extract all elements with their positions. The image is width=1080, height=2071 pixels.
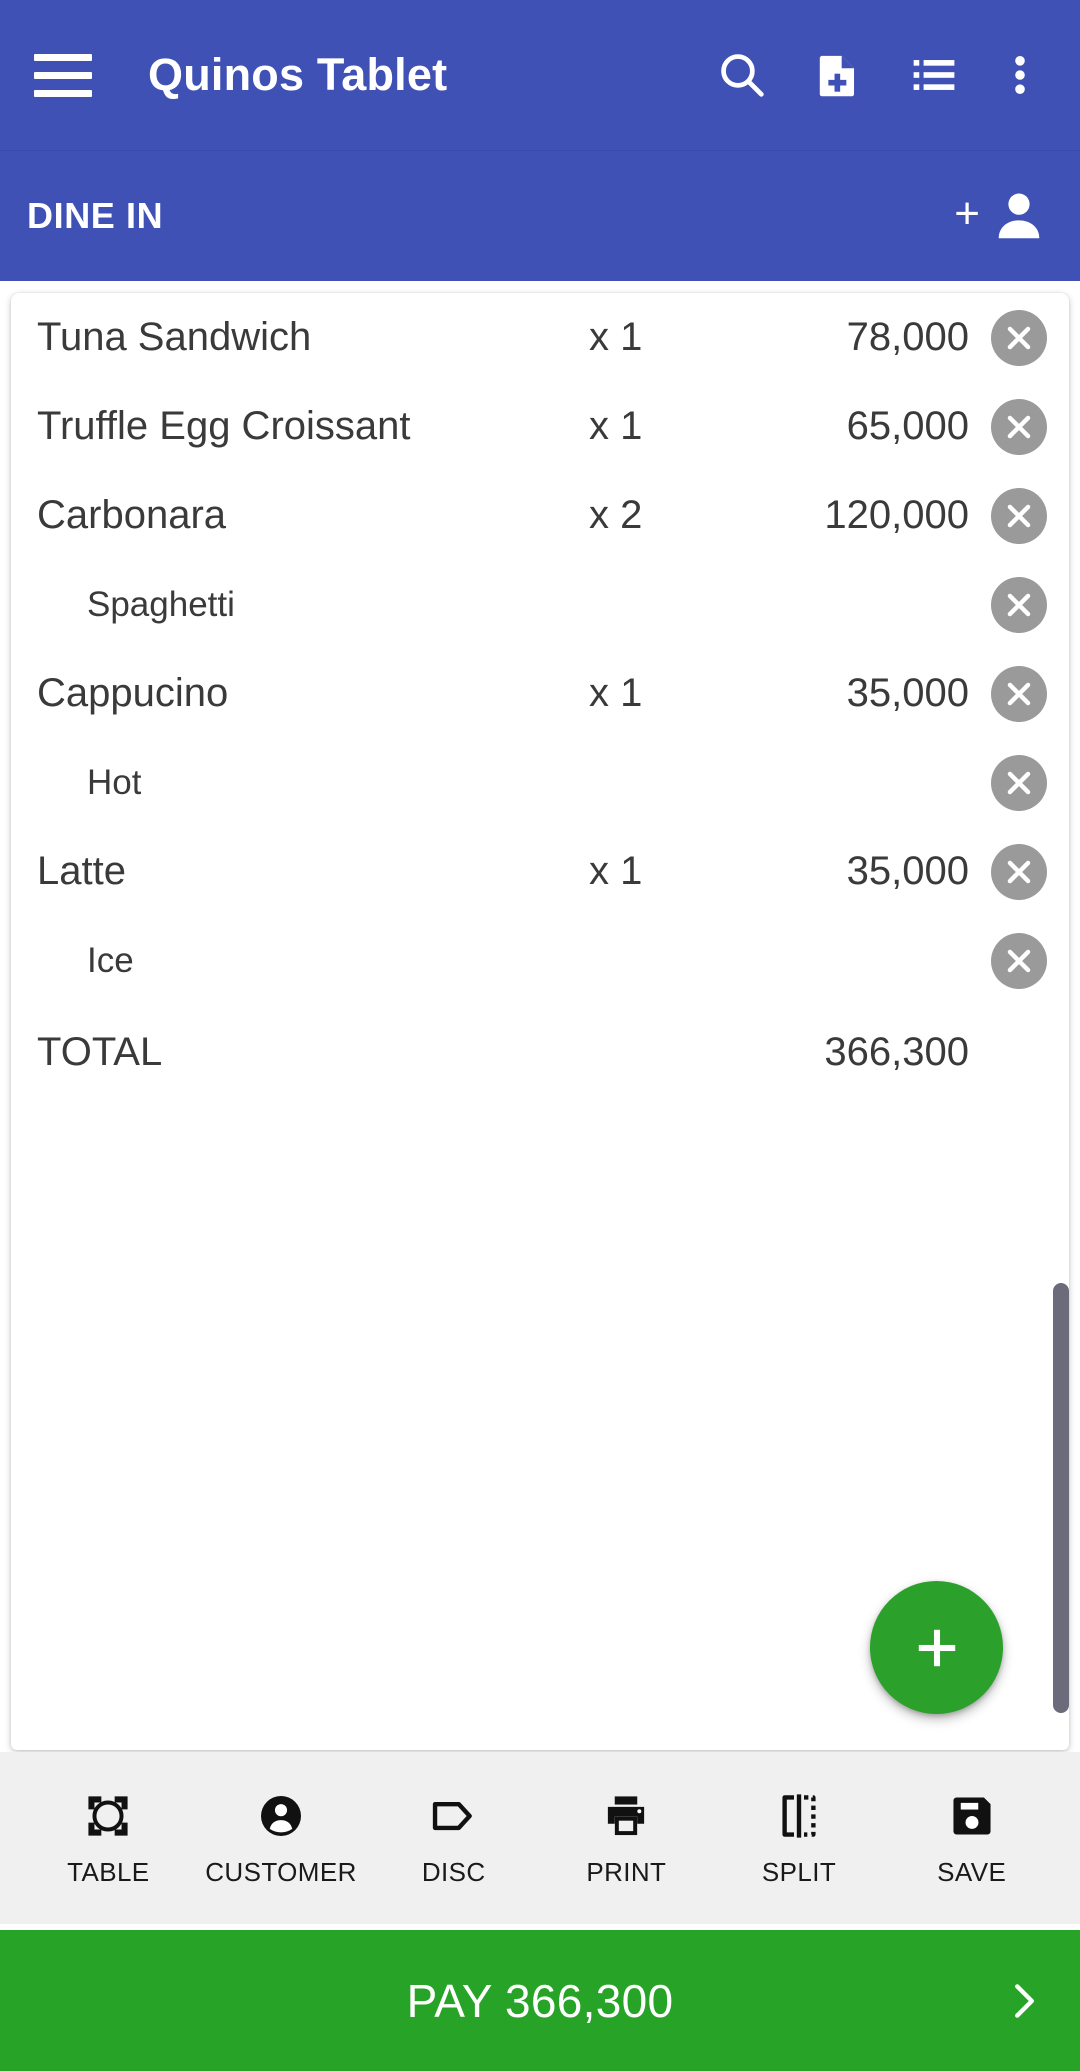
new-order-button[interactable] — [790, 27, 886, 123]
item-name: Latte — [37, 849, 126, 893]
table-row[interactable]: Tuna Sandwich x 1 78,000 — [11, 293, 1069, 382]
close-circle-icon — [1007, 682, 1031, 705]
order-type-label[interactable]: DINE IN — [27, 195, 163, 237]
hamburger-line — [34, 89, 92, 97]
toolbar-item-split[interactable]: SPLIT — [713, 1789, 886, 1888]
toolbar-item-save[interactable]: SAVE — [885, 1789, 1058, 1888]
chevron-right-icon — [1000, 1978, 1046, 2024]
overflow-menu-icon — [1015, 56, 1025, 94]
person-circle-icon — [256, 1789, 306, 1843]
item-name: Truffle Egg Croissant — [37, 404, 411, 448]
hamburger-menu-icon[interactable] — [34, 46, 92, 104]
scrollbar-thumb[interactable] — [1053, 1283, 1069, 1713]
delete-item-button[interactable] — [991, 309, 1047, 366]
toolbar-item-customer[interactable]: CUSTOMER — [195, 1789, 368, 1888]
order-list-scrollbar[interactable] — [1053, 1283, 1069, 1713]
close-circle-icon — [1007, 326, 1031, 349]
order-list: Tuna Sandwich x 1 78,000 Truffle Egg Cro… — [11, 293, 1069, 1750]
toolbar-label: SPLIT — [761, 1856, 837, 1887]
delete-item-button[interactable] — [991, 932, 1047, 989]
table-row[interactable]: Spaghetti — [11, 560, 1069, 649]
item-name: Carbonara — [37, 493, 227, 537]
order-total-row: TOTAL 366,300 — [11, 1005, 1069, 1100]
app-bar: Quinos Tablet — [0, 0, 1080, 150]
item-modifier-name: Ice — [87, 940, 134, 980]
table-row[interactable]: Truffle Egg Croissant x 1 65,000 — [11, 382, 1069, 471]
close-circle-icon — [1007, 949, 1031, 972]
item-qty: x 1 — [589, 315, 643, 359]
item-modifier-name: Hot — [87, 762, 142, 802]
page-title: Quinos Tablet — [148, 49, 448, 100]
toolbar-item-table[interactable]: TABLE — [22, 1789, 195, 1888]
item-qty: x 1 — [589, 404, 643, 448]
item-modifier-name: Spaghetti — [87, 584, 235, 624]
order-total-value: 366,300 — [824, 1030, 969, 1074]
item-qty: x 2 — [589, 493, 643, 537]
order-card: Tuna Sandwich x 1 78,000 Truffle Egg Cro… — [11, 293, 1069, 1750]
close-circle-icon — [1007, 860, 1031, 883]
overflow-menu-button[interactable] — [982, 27, 1058, 123]
item-price: 78,000 — [846, 315, 969, 359]
add-customer-plus: + — [954, 189, 980, 238]
item-name: Cappucino — [37, 671, 229, 715]
new-document-icon — [819, 55, 855, 97]
toolbar-label: CUSTOMER — [205, 1856, 357, 1887]
toolbar-item-disc[interactable]: DISC — [367, 1789, 540, 1888]
toolbar-label: SAVE — [937, 1856, 1007, 1887]
bottom-toolbar: TABLE CUSTOMER DISC PRINT SPLIT SAVE — [0, 1752, 1080, 1924]
table-row[interactable]: Hot — [11, 738, 1069, 827]
hamburger-line — [34, 53, 92, 61]
order-type-bar: DINE IN + — [0, 150, 1080, 281]
item-qty: x 1 — [589, 671, 643, 715]
close-circle-icon — [1007, 771, 1031, 794]
list-icon — [913, 60, 955, 90]
table-row[interactable]: Cappucino x 1 35,000 — [11, 649, 1069, 738]
split-bill-icon — [774, 1789, 824, 1843]
toolbar-label: DISC — [421, 1856, 486, 1887]
toolbar-label: PRINT — [586, 1856, 667, 1887]
delete-item-button[interactable] — [991, 754, 1047, 811]
pay-button[interactable]: PAY 366,300 — [0, 1930, 1080, 2071]
close-circle-icon — [1007, 593, 1031, 616]
close-circle-icon — [1007, 504, 1031, 527]
delete-item-button[interactable] — [991, 576, 1047, 633]
add-customer-button[interactable]: + — [954, 187, 1048, 245]
tag-icon — [429, 1789, 479, 1843]
table-row[interactable]: Latte x 1 35,000 — [11, 827, 1069, 916]
search-icon — [721, 54, 764, 97]
close-circle-icon — [1007, 415, 1031, 438]
add-item-fab[interactable] — [870, 1581, 1003, 1714]
item-name: Tuna Sandwich — [37, 315, 312, 359]
toolbar-item-print[interactable]: PRINT — [540, 1789, 713, 1888]
printer-icon — [601, 1789, 651, 1843]
delete-item-button[interactable] — [991, 665, 1047, 722]
item-price: 35,000 — [846, 849, 969, 893]
order-total-label: TOTAL — [37, 1030, 163, 1074]
plus-icon — [918, 1629, 955, 1666]
item-price: 35,000 — [846, 671, 969, 715]
appbar-actions — [694, 27, 1058, 123]
delete-item-button[interactable] — [991, 398, 1047, 455]
person-icon — [998, 193, 1040, 239]
item-qty: x 1 — [589, 849, 643, 893]
toolbar-label: TABLE — [67, 1856, 150, 1887]
item-price: 120,000 — [824, 493, 969, 537]
hamburger-line — [34, 71, 92, 79]
table-frame-icon — [83, 1789, 133, 1843]
search-button[interactable] — [694, 27, 790, 123]
order-list-button[interactable] — [886, 27, 982, 123]
floppy-disk-icon — [947, 1789, 997, 1843]
pay-button-label: PAY 366,300 — [406, 1974, 674, 2027]
item-price: 65,000 — [846, 404, 969, 448]
table-row[interactable]: Ice — [11, 916, 1069, 1005]
table-row[interactable]: Carbonara x 2 120,000 — [11, 471, 1069, 560]
delete-item-button[interactable] — [991, 487, 1047, 544]
delete-item-button[interactable] — [991, 843, 1047, 900]
